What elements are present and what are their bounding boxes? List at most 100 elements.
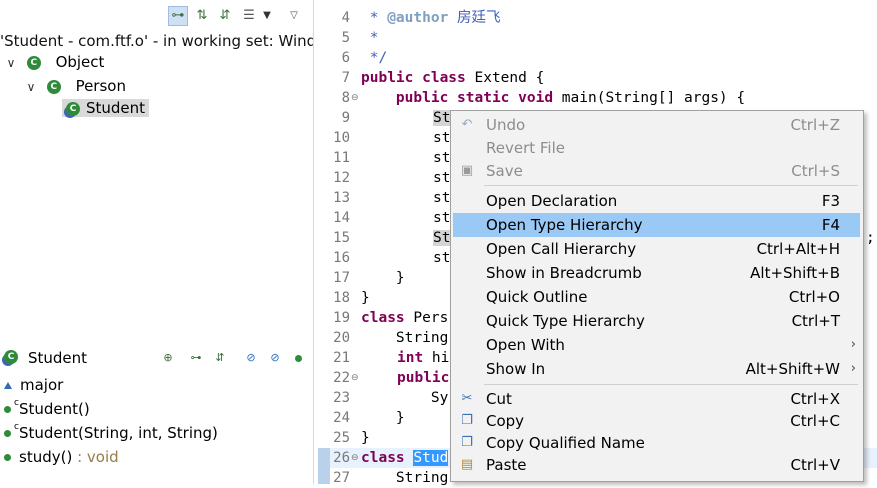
- menu-item-revert-file[interactable]: Revert File: [453, 136, 860, 160]
- keyword: public: [397, 370, 450, 386]
- text-selection: Stud: [413, 450, 449, 466]
- line-number: 13: [333, 190, 350, 206]
- code-line: Sy: [361, 390, 449, 406]
- member-item-field[interactable]: major: [4, 373, 63, 397]
- menu-item-label: Cut: [486, 390, 512, 408]
- menu-item-paste[interactable]: ▤ Paste Ctrl+V: [453, 453, 860, 477]
- menu-item-open-with[interactable]: Open With ›: [453, 333, 860, 357]
- tree-item-person[interactable]: ∨ C Person: [24, 75, 126, 97]
- menu-item-open-call-hierarchy[interactable]: Open Call Hierarchy Ctrl+Alt+H: [453, 237, 860, 261]
- context-menu: ↶ Undo Ctrl+Z Revert File ▣ Save Ctrl+S …: [450, 110, 864, 482]
- line-number: 20: [333, 330, 350, 346]
- tree-item-student[interactable]: C Student: [62, 97, 150, 119]
- keyword: public class: [361, 70, 466, 86]
- menu-item-shortcut: Ctrl+Alt+H: [756, 240, 840, 258]
- member-item-constructor[interactable]: cStudent(String, int, String): [4, 421, 218, 445]
- code-line-tail: ;: [866, 230, 875, 246]
- chevron-down-icon[interactable]: ∨: [24, 76, 38, 98]
- menu-item-undo[interactable]: ↶ Undo Ctrl+Z: [453, 113, 860, 137]
- public-method-icon: [4, 454, 11, 461]
- menu-item-label: Show in Breadcrumb: [486, 264, 642, 282]
- menu-item-open-declaration[interactable]: Open Declaration F3: [453, 189, 860, 213]
- selected-tree-item[interactable]: C Student: [62, 99, 150, 117]
- menu-separator: [484, 384, 858, 385]
- line-number: 25: [333, 430, 350, 446]
- menu-item-save[interactable]: ▣ Save Ctrl+S: [453, 159, 860, 183]
- code-text: main(String[] args) {: [553, 90, 746, 106]
- hide-nonpublic-icon[interactable]: [290, 350, 306, 366]
- code-text: Pers: [404, 310, 449, 326]
- menu-item-shortcut: Alt+Shift+W: [745, 360, 840, 378]
- protected-field-icon: [4, 382, 12, 389]
- code-line: st: [433, 170, 451, 186]
- public-method-icon: [4, 430, 11, 437]
- menu-item-copy[interactable]: ❐ Copy Ctrl+C: [453, 409, 860, 433]
- fold-collapse-icon[interactable]: ⊖: [351, 88, 359, 108]
- menu-item-copy-qualified-name[interactable]: ❐ Copy Qualified Name: [453, 431, 860, 455]
- show-type-hierarchy-icon[interactable]: ⊶: [168, 6, 188, 26]
- menu-item-label: Open Declaration: [486, 192, 618, 210]
- submenu-arrow-icon: ›: [850, 361, 856, 376]
- line-number: 5: [341, 30, 350, 46]
- menu-item-label: Quick Type Hierarchy: [486, 312, 645, 330]
- line-number: 15: [333, 230, 350, 246]
- member-name: study(): [19, 448, 73, 466]
- menu-item-quick-outline[interactable]: Quick Outline Ctrl+O: [453, 285, 860, 309]
- line-number: 4: [341, 10, 350, 26]
- show-inherited-icon[interactable]: ⊶: [188, 350, 204, 366]
- show-supertype-hierarchy-icon[interactable]: ⇅: [193, 7, 211, 25]
- menu-item-label: Paste: [486, 456, 527, 474]
- occurrence-highlight: St: [433, 230, 451, 246]
- members-header: C Student ⊕ ⊶ ⇵ ⊘ ⊘: [0, 345, 313, 371]
- member-item-constructor[interactable]: cStudent(): [4, 397, 90, 421]
- tree-item-label: Person: [75, 77, 126, 95]
- member-name: Student(): [18, 400, 90, 418]
- code-line: st: [433, 250, 451, 266]
- sort-members-icon[interactable]: ⇵: [212, 350, 228, 366]
- tree-item-label: Object: [55, 53, 105, 71]
- menu-item-quick-type-hierarchy[interactable]: Quick Type Hierarchy Ctrl+T: [453, 309, 860, 333]
- menu-item-shortcut: Ctrl+C: [790, 412, 840, 430]
- menu-item-shortcut: Alt+Shift+B: [750, 264, 840, 282]
- menu-item-show-in-breadcrumb[interactable]: Show in Breadcrumb Alt+Shift+B: [453, 261, 860, 285]
- member-item-method[interactable]: study() : void: [4, 445, 119, 469]
- history-icon[interactable]: ☰: [240, 7, 258, 25]
- view-menu-icon[interactable]: ▽: [285, 7, 303, 25]
- copy-qualified-icon: ❐: [461, 435, 473, 450]
- code-line: */: [361, 50, 388, 66]
- lock-view-icon[interactable]: ⊕: [160, 350, 176, 366]
- line-number: 12: [333, 170, 350, 186]
- line-number: 22: [333, 370, 350, 386]
- menu-item-open-type-hierarchy[interactable]: Open Type Hierarchy F4: [453, 213, 860, 237]
- code-line: class Pers: [361, 308, 448, 328]
- code-text: *: [361, 10, 388, 26]
- class-icon: C: [46, 79, 61, 94]
- hide-fields-icon[interactable]: ⊘: [243, 350, 259, 366]
- menu-item-shortcut: Ctrl+X: [790, 390, 840, 408]
- code-text: hi: [423, 350, 450, 366]
- line-number: 18: [333, 290, 350, 306]
- menu-item-show-in[interactable]: Show In Alt+Shift+W ›: [453, 357, 860, 381]
- fold-collapse-icon[interactable]: ⊖: [351, 368, 359, 388]
- code-line: st: [433, 190, 451, 206]
- chevron-down-icon[interactable]: ∨: [4, 52, 18, 74]
- hide-static-icon[interactable]: ⊘: [267, 350, 283, 366]
- undo-icon: ↶: [461, 117, 473, 132]
- line-number: 8: [341, 90, 350, 106]
- history-dropdown-icon[interactable]: ▼: [258, 7, 276, 25]
- paste-icon: ▤: [460, 457, 474, 472]
- menu-item-cut[interactable]: ✂ Cut Ctrl+X: [453, 387, 860, 411]
- tree-item-object[interactable]: ∨ C Object: [4, 51, 105, 74]
- line-number: 19: [333, 310, 350, 326]
- show-subtype-hierarchy-icon[interactable]: ⇵: [216, 7, 234, 25]
- public-method-icon: [4, 406, 11, 413]
- line-number: 14: [333, 210, 350, 226]
- line-number: 7: [341, 70, 350, 86]
- code-line: public static void main(String[] args) {: [361, 88, 745, 108]
- class-icon: C: [4, 350, 18, 364]
- menu-item-label: Open With: [486, 336, 565, 354]
- class-icon: C: [26, 55, 41, 70]
- fold-collapse-icon[interactable]: ⊖: [351, 448, 359, 468]
- menu-item-label: Revert File: [486, 139, 565, 157]
